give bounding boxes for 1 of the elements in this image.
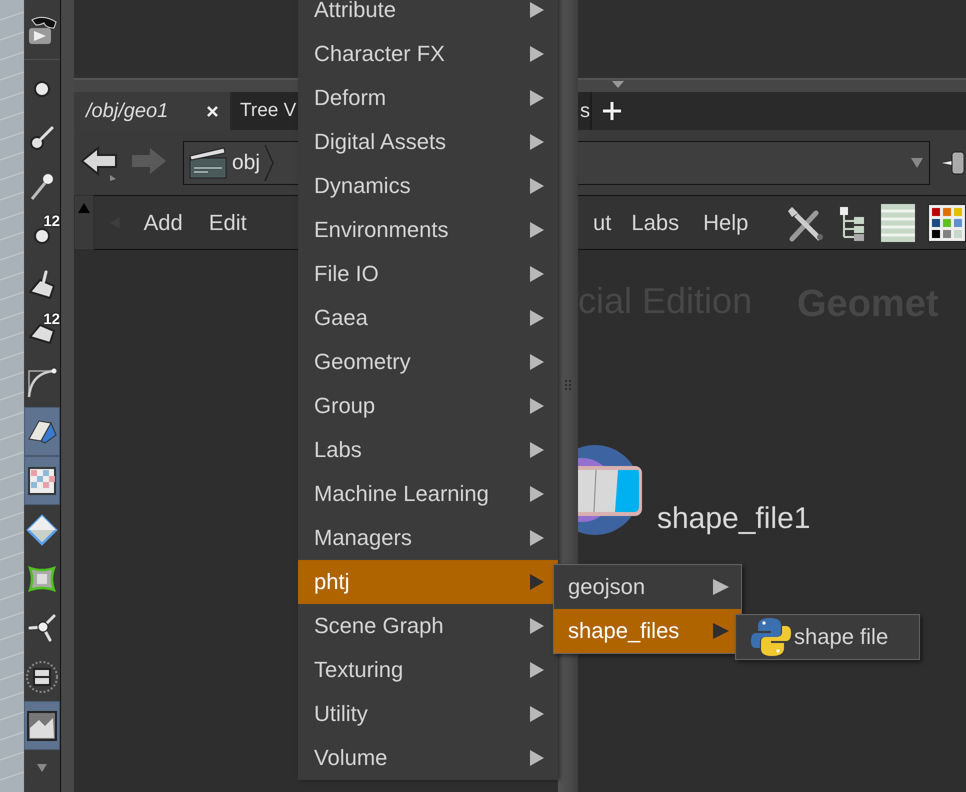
node-label: shape_file1 — [657, 502, 810, 536]
